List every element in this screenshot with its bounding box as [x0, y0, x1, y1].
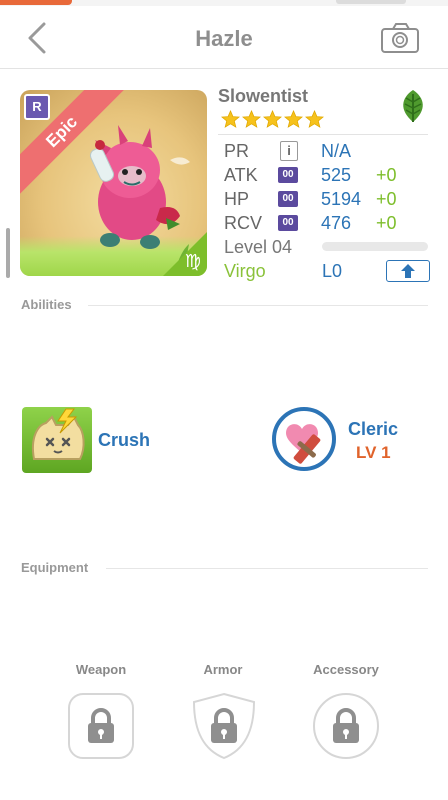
- monster-name: Slowentist: [218, 86, 309, 106]
- armor-slot-label: Armor: [203, 662, 243, 677]
- star-icon: [263, 110, 282, 128]
- stat-label: HP: [224, 189, 250, 209]
- stat-label: RCV: [224, 213, 263, 233]
- weapon-slot[interactable]: [67, 692, 135, 760]
- star-icon: [284, 110, 303, 128]
- crush-ability-icon[interactable]: [22, 407, 92, 473]
- leaf-icon: [403, 90, 423, 122]
- status-strip-accent: [0, 0, 72, 5]
- abilities-divider: [88, 305, 428, 306]
- stat-value: 525: [321, 165, 352, 185]
- camera-icon[interactable]: [380, 22, 420, 54]
- ability-name[interactable]: Crush: [98, 430, 150, 451]
- arrow-up-icon: [401, 264, 415, 278]
- equipment-divider: [106, 568, 428, 569]
- stat-label: ATK: [224, 165, 258, 185]
- level-progress-bar: [322, 242, 428, 251]
- dizzy-cat-icon: [32, 408, 85, 460]
- stat-bonus: +0: [376, 165, 397, 185]
- stat-row-rcv: RCV 00 476 +0: [224, 213, 424, 235]
- upgrade-button[interactable]: [386, 260, 430, 282]
- star-icon: [242, 110, 261, 128]
- plus-value-icon: 00: [278, 191, 298, 207]
- accessory-slot-label: Accessory: [313, 662, 379, 677]
- star-rating: [221, 110, 326, 130]
- plus-value-icon: 00: [278, 215, 298, 231]
- class-name[interactable]: Cleric: [348, 419, 398, 440]
- class-level: LV 1: [356, 443, 391, 462]
- zodiac-sign: Virgo: [224, 261, 266, 281]
- armor-slot[interactable]: [190, 692, 258, 760]
- monster-portrait[interactable]: Epic R ♍: [20, 90, 207, 276]
- equipment-section-title: Equipment: [21, 560, 89, 575]
- star-icon: [305, 110, 324, 128]
- abilities-section-title: Abilities: [21, 297, 72, 312]
- stat-row-pr: PR i N/A: [224, 141, 424, 163]
- cleric-class-icon[interactable]: [272, 407, 336, 471]
- stat-value: 5194: [321, 189, 362, 209]
- scroll-indicator: [6, 228, 10, 278]
- accessory-slot[interactable]: [312, 692, 380, 760]
- stat-bonus: +0: [376, 213, 397, 233]
- virgo-zodiac-icon: ♍: [184, 251, 201, 271]
- stat-value: N/A: [321, 141, 352, 161]
- info-icon[interactable]: i: [280, 141, 298, 161]
- stat-row-atk: ATK 00 525 +0: [224, 165, 424, 187]
- weapon-slot-label: Weapon: [75, 662, 127, 677]
- stat-value: 476: [321, 213, 352, 233]
- header-bar: Hazle: [0, 6, 448, 69]
- stat-label: PR: [224, 141, 250, 161]
- stat-row-hp: HP 00 5194 +0: [224, 189, 424, 211]
- name-divider: [218, 134, 428, 135]
- status-strip-tab: [336, 0, 406, 4]
- level-label: Level 04: [224, 237, 293, 257]
- rarity-badge: R: [24, 94, 50, 120]
- stat-bonus: +0: [376, 189, 397, 209]
- star-icon: [221, 110, 240, 128]
- plus-value-icon: 00: [278, 167, 298, 183]
- limit-break-level: L0: [322, 261, 343, 281]
